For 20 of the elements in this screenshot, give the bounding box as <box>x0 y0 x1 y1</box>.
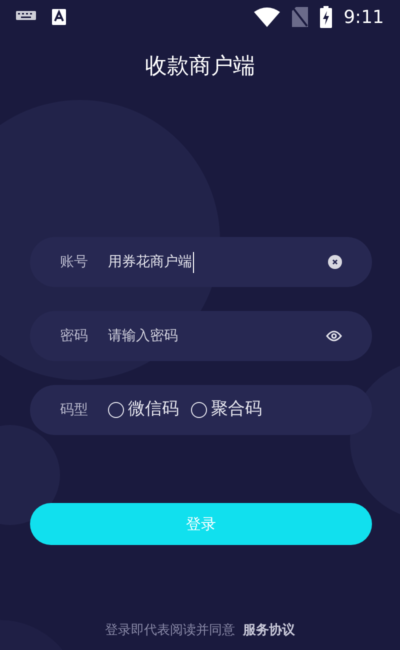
field-label: 码型 <box>60 400 89 420</box>
agreement-text: 登录即代表阅读并同意 <box>105 622 235 640</box>
eye-icon[interactable] <box>326 330 342 342</box>
field-label: 密码 <box>60 326 89 346</box>
clear-icon[interactable] <box>328 255 342 269</box>
wifi-icon <box>254 7 280 27</box>
battery-charging-icon <box>320 6 332 28</box>
app-title: 收款商户端 <box>145 54 255 79</box>
agreement-link[interactable]: 服务协议 <box>243 620 295 640</box>
password-field[interactable]: 密码 请输入密码 <box>30 311 372 361</box>
keyboard-icon <box>16 11 36 23</box>
account-field[interactable]: 账号 用券花商户端 <box>30 237 372 287</box>
font-icon <box>52 9 66 25</box>
radio-option[interactable]: 聚合码 <box>191 397 262 423</box>
radio-option[interactable]: 微信码 <box>108 397 179 423</box>
field-value: 用券花商户端 <box>108 252 194 272</box>
field-label: 账号 <box>60 252 89 272</box>
password-input[interactable]: 请输入密码 <box>108 326 326 346</box>
no-sim-icon <box>292 7 308 27</box>
status-time: 9:11 <box>344 6 384 30</box>
